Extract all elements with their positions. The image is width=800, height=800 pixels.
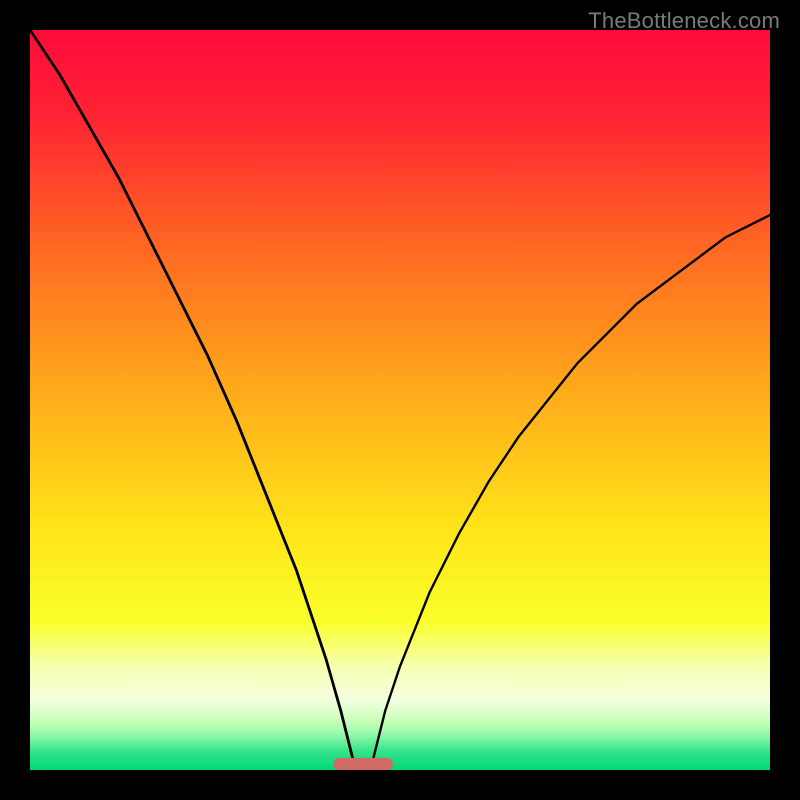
optimum-marker (333, 758, 392, 770)
curve-layer (30, 30, 770, 770)
outer-frame: TheBottleneck.com (0, 0, 800, 800)
plot-area (30, 30, 770, 770)
left-curve (30, 30, 356, 770)
right-curve (370, 215, 770, 770)
